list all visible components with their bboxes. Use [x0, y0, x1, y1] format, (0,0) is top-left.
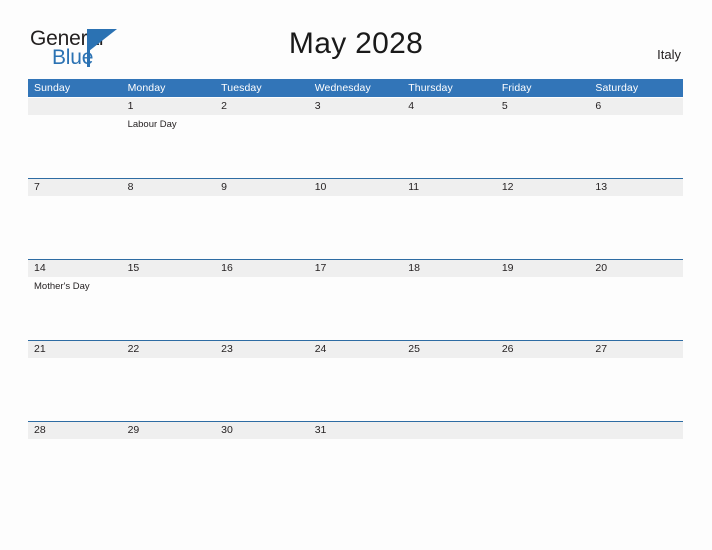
day-cell-7[interactable]: 7	[28, 178, 122, 259]
page-header: General Blue May 2028 Italy	[0, 0, 712, 79]
day-number: 8	[127, 181, 134, 193]
day-cell-1[interactable]: 1 Labour Day	[122, 97, 216, 178]
day-cell-22[interactable]: 22	[122, 340, 216, 421]
day-number: 14	[34, 262, 46, 274]
page-title: May 2028	[288, 27, 424, 60]
day-events: Labour Day	[128, 115, 216, 131]
day-number: 26	[501, 343, 514, 355]
day-number: 19	[501, 262, 514, 274]
day-cell-5[interactable]: 5	[496, 97, 590, 178]
day-cell-6[interactable]: 6	[589, 97, 683, 178]
day-number: 21	[34, 343, 46, 355]
day-number: 16	[221, 262, 233, 274]
weekday-header-saturday: Saturday	[595, 82, 639, 94]
day-cell-23[interactable]: 23	[215, 340, 309, 421]
day-cell-28[interactable]: 28	[28, 421, 122, 502]
day-cell-16[interactable]: 16	[215, 259, 309, 340]
day-cell-19[interactable]: 19	[496, 259, 590, 340]
calendar-week-row: 7 8 9 10 11 12 13	[28, 178, 683, 259]
calendar-week-row: 14 Mother's Day 15 16 17 18 19 20	[28, 259, 683, 340]
day-cell-27[interactable]: 27	[589, 340, 683, 421]
day-cell-30[interactable]: 30	[215, 421, 309, 502]
week-day-cells: 14 Mother's Day 15 16 17 18 19 20	[28, 259, 683, 340]
day-cell-12[interactable]: 12	[496, 178, 590, 259]
day-cell-15[interactable]: 15	[122, 259, 216, 340]
week-day-cells: 1 Labour Day 2 3 4 5 6	[28, 97, 683, 178]
day-cell-empty	[496, 421, 590, 502]
day-cell-26[interactable]: 26	[496, 340, 590, 421]
weekday-header-tuesday: Tuesday	[221, 82, 262, 94]
day-cell-11[interactable]: 11	[402, 178, 496, 259]
day-cell-empty	[589, 421, 683, 502]
weekday-header-thursday: Thursday	[408, 82, 453, 94]
day-cell-empty	[28, 97, 122, 178]
day-cell-14[interactable]: 14 Mother's Day	[28, 259, 122, 340]
day-number: 24	[314, 343, 327, 355]
day-number: 29	[127, 424, 140, 436]
calendar-week-row: 28 29 30 31	[28, 421, 683, 502]
day-number: 6	[595, 100, 602, 112]
day-number: 3	[314, 100, 321, 112]
weekday-header-row: Sunday Monday Tuesday Wednesday Thursday Frid…	[28, 79, 683, 97]
day-cell-24[interactable]: 24	[309, 340, 403, 421]
day-number: 5	[501, 100, 508, 112]
day-cell-13[interactable]: 13	[589, 178, 683, 259]
day-number: 13	[595, 181, 608, 193]
calendar-weeks: 1 Labour Day 2 3 4 5 6 7 8 9 10 11 12 13 14 Mother's Da…	[28, 97, 683, 502]
weekday-header-monday: Monday	[127, 82, 166, 94]
day-cell-29[interactable]: 29	[122, 421, 216, 502]
day-cell-20[interactable]: 20	[589, 259, 683, 340]
day-number: 31	[314, 424, 327, 436]
day-number: 4	[408, 100, 415, 112]
day-number: 15	[127, 262, 140, 274]
day-cell-31[interactable]: 31	[309, 421, 403, 502]
day-number: 30	[221, 424, 233, 436]
weekday-header-friday: Friday	[501, 82, 532, 94]
day-cell-18[interactable]: 18	[402, 259, 496, 340]
day-number: 17	[314, 262, 327, 274]
day-number: 27	[595, 343, 608, 355]
day-number: 25	[408, 343, 420, 355]
day-cell-4[interactable]: 4	[402, 97, 496, 178]
day-cell-3[interactable]: 3	[309, 97, 403, 178]
holiday-event: Labour Day	[127, 119, 177, 130]
day-cell-25[interactable]: 25	[402, 340, 496, 421]
day-number: 11	[408, 181, 420, 193]
week-day-cells: 21 22 23 24 25 26 27	[28, 340, 683, 421]
week-day-cells: 7 8 9 10 11 12 13	[28, 178, 683, 259]
calendar-week-row: 1 Labour Day 2 3 4 5 6	[28, 97, 683, 178]
day-number: 22	[127, 343, 140, 355]
day-cell-9[interactable]: 9	[215, 178, 309, 259]
day-cell-21[interactable]: 21	[28, 340, 122, 421]
weekday-header-sunday: Sunday	[34, 82, 71, 94]
day-cell-empty	[402, 421, 496, 502]
calendar-week-row: 21 22 23 24 25 26 27	[28, 340, 683, 421]
day-number: 2	[221, 100, 227, 112]
day-number: 20	[595, 262, 608, 274]
holiday-event: Mother's Day	[34, 281, 90, 292]
day-number: 9	[221, 181, 227, 193]
day-number: 7	[34, 181, 40, 193]
day-cell-17[interactable]: 17	[309, 259, 403, 340]
calendar-grid: Sunday Monday Tuesday Wednesday Thursday Frid…	[28, 79, 683, 502]
day-number: 23	[221, 343, 233, 355]
day-number: 1	[127, 100, 134, 112]
day-cell-8[interactable]: 8	[122, 178, 216, 259]
weekday-header-wednesday: Wednesday	[314, 82, 371, 94]
day-number: 10	[314, 181, 327, 193]
day-number: 18	[408, 262, 420, 274]
day-cell-2[interactable]: 2	[215, 97, 309, 178]
country-label: Italy	[657, 47, 681, 62]
day-events: Mother's Day	[34, 277, 122, 293]
day-number: 12	[501, 181, 514, 193]
day-cell-10[interactable]: 10	[309, 178, 403, 259]
week-day-cells: 28 29 30 31	[28, 421, 683, 502]
day-number: 28	[34, 424, 46, 436]
